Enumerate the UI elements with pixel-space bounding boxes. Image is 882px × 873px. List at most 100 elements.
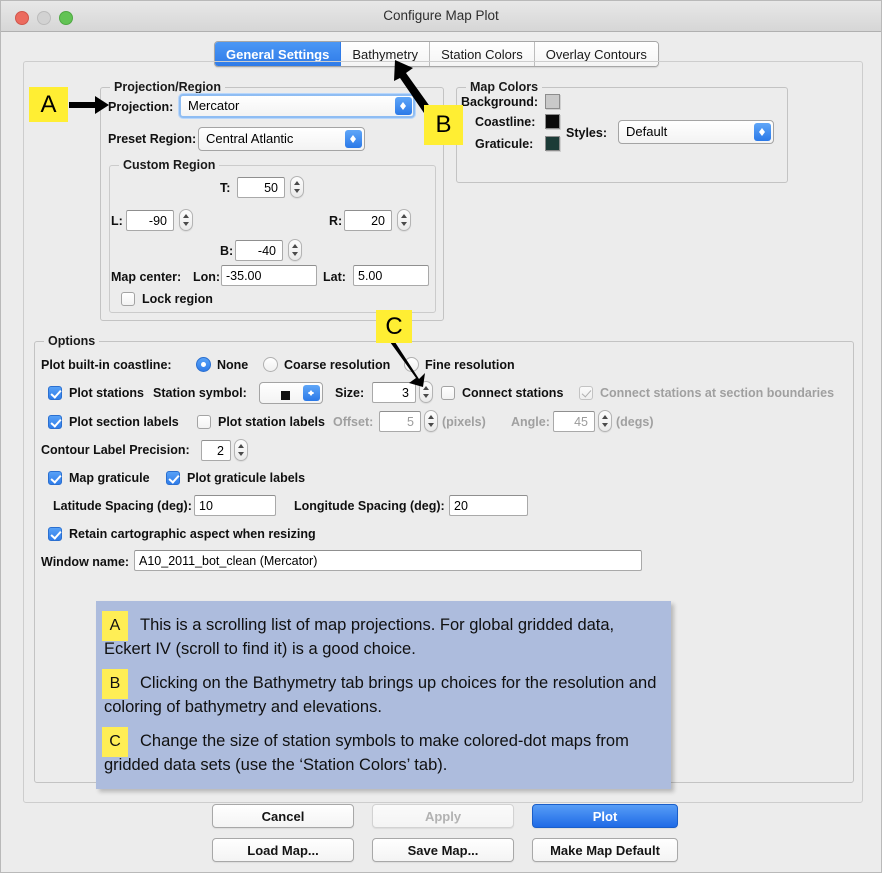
retain-aspect-label: Retain cartographic aspect when resizing: [69, 527, 316, 541]
annotation-marker-a: A: [29, 87, 68, 122]
background-color-swatch[interactable]: [545, 94, 560, 109]
lat-label: Lat:: [323, 270, 346, 284]
lat-spacing-label: Latitude Spacing (deg):: [53, 499, 192, 513]
save-map-button[interactable]: Save Map...: [372, 838, 514, 862]
station-size-label: Size:: [335, 386, 365, 400]
load-map-button[interactable]: Load Map...: [212, 838, 354, 862]
preset-region-select[interactable]: Central Atlantic: [198, 127, 365, 151]
coastline-color-label: Coastline:: [475, 115, 536, 129]
offset-label: Offset:: [333, 415, 374, 429]
styles-label: Styles:: [566, 126, 607, 140]
connect-sections-checkbox[interactable]: [579, 386, 593, 400]
map-graticule-label: Map graticule: [69, 471, 150, 485]
annotation-callout: A This is a scrolling list of map projec…: [96, 601, 671, 789]
chevron-updown-icon: [754, 123, 771, 141]
plot-section-labels-checkbox[interactable]: [48, 415, 62, 429]
plot-stations-checkbox[interactable]: [48, 386, 62, 400]
lat-spacing-input[interactable]: [194, 495, 276, 516]
contour-precision-input[interactable]: [201, 440, 231, 461]
angle-unit-label: (degs): [616, 415, 654, 429]
map-graticule-checkbox[interactable]: [48, 471, 62, 485]
top-bound-label: T:: [220, 181, 231, 195]
plot-station-labels-checkbox[interactable]: [197, 415, 211, 429]
top-bound-stepper[interactable]: [290, 176, 304, 198]
offset-unit-label: (pixels): [442, 415, 486, 429]
offset-stepper[interactable]: [424, 410, 438, 432]
station-symbol-label: Station symbol:: [153, 386, 247, 400]
right-bound-stepper[interactable]: [397, 209, 411, 231]
preset-region-label: Preset Region:: [108, 132, 197, 146]
options-title: Options: [44, 334, 100, 348]
chevron-updown-icon: [345, 130, 362, 148]
plot-button[interactable]: Plot: [532, 804, 678, 828]
projection-select[interactable]: Mercator: [179, 94, 415, 118]
lon-spacing-input[interactable]: [449, 495, 528, 516]
callout-text-a: This is a scrolling list of map projecti…: [104, 616, 615, 658]
bottom-bound-stepper[interactable]: [288, 239, 302, 261]
contour-precision-label: Contour Label Precision:: [41, 443, 190, 457]
apply-button[interactable]: Apply: [372, 804, 514, 828]
radio-coastline-coarse[interactable]: [263, 357, 278, 372]
map-center-label: Map center:: [111, 270, 182, 284]
graticule-color-swatch[interactable]: [545, 136, 560, 151]
callout-text-b: Clicking on the Bathymetry tab brings up…: [104, 674, 657, 716]
annotation-marker-c: C: [376, 310, 412, 343]
make-map-default-button[interactable]: Make Map Default: [532, 838, 678, 862]
styles-value: Default: [626, 124, 668, 139]
coastline-color-swatch[interactable]: [545, 114, 560, 129]
square-symbol-icon: [281, 391, 290, 400]
plot-stations-label: Plot stations: [69, 386, 145, 400]
lock-region-label: Lock region: [142, 292, 213, 306]
left-bound-input[interactable]: [126, 210, 174, 231]
connect-stations-checkbox[interactable]: [441, 386, 455, 400]
preset-region-value: Central Atlantic: [206, 131, 294, 146]
map-colors-title: Map Colors: [466, 80, 543, 94]
left-bound-label: L:: [111, 214, 123, 228]
map-center-lat-input[interactable]: [353, 265, 429, 286]
left-bound-stepper[interactable]: [179, 209, 193, 231]
connect-stations-label: Connect stations: [462, 386, 564, 400]
plot-station-labels-label: Plot station labels: [218, 415, 325, 429]
right-bound-input[interactable]: [344, 210, 392, 231]
radio-coastline-none[interactable]: [196, 357, 211, 372]
plot-graticule-labels-checkbox[interactable]: [166, 471, 180, 485]
angle-stepper[interactable]: [598, 410, 612, 432]
radio-coastline-fine-label: Fine resolution: [425, 358, 515, 372]
radio-coastline-coarse-label: Coarse resolution: [284, 358, 391, 372]
window-name-label: Window name:: [41, 555, 130, 569]
right-bound-label: R:: [329, 214, 343, 228]
annotation-arrow-a-icon: [69, 96, 109, 114]
title-bar: Configure Map Plot: [1, 1, 881, 32]
background-color-label: Background:: [461, 95, 539, 109]
plot-graticule-labels-label: Plot graticule labels: [187, 471, 306, 485]
map-center-lon-input[interactable]: [221, 265, 317, 286]
contour-precision-stepper[interactable]: [234, 439, 248, 461]
angle-input[interactable]: [553, 411, 595, 432]
annotation-arrow-c-icon: [383, 339, 425, 387]
plot-section-labels-label: Plot section labels: [69, 415, 179, 429]
top-bound-input[interactable]: [237, 177, 285, 198]
builtin-coastline-label: Plot built-in coastline:: [41, 358, 172, 372]
window-name-input[interactable]: [134, 550, 642, 571]
lon-label: Lon:: [193, 270, 221, 284]
configure-map-plot-dialog: Configure Map Plot General Settings Bath…: [0, 0, 882, 873]
station-symbol-select[interactable]: [259, 382, 323, 404]
lon-spacing-label: Longitude Spacing (deg):: [294, 499, 445, 513]
projection-label: Projection:: [108, 100, 174, 114]
projection-value: Mercator: [188, 98, 240, 113]
connect-sections-label: Connect stations at section boundaries: [600, 386, 835, 400]
offset-input[interactable]: [379, 411, 421, 432]
radio-coastline-none-label: None: [217, 358, 249, 372]
projection-region-title: Projection/Region: [110, 80, 225, 94]
bottom-bound-input[interactable]: [235, 240, 283, 261]
callout-text-c: Change the size of station symbols to ma…: [104, 732, 629, 774]
cancel-button[interactable]: Cancel: [212, 804, 354, 828]
annotation-marker-b: B: [424, 105, 463, 145]
custom-region-title: Custom Region: [119, 158, 220, 172]
styles-select[interactable]: Default: [618, 120, 774, 144]
retain-aspect-checkbox[interactable]: [48, 527, 62, 541]
angle-label: Angle:: [511, 415, 550, 429]
graticule-color-label: Graticule:: [475, 137, 534, 151]
chevron-updown-icon: [303, 385, 320, 401]
lock-region-checkbox[interactable]: [121, 292, 135, 306]
